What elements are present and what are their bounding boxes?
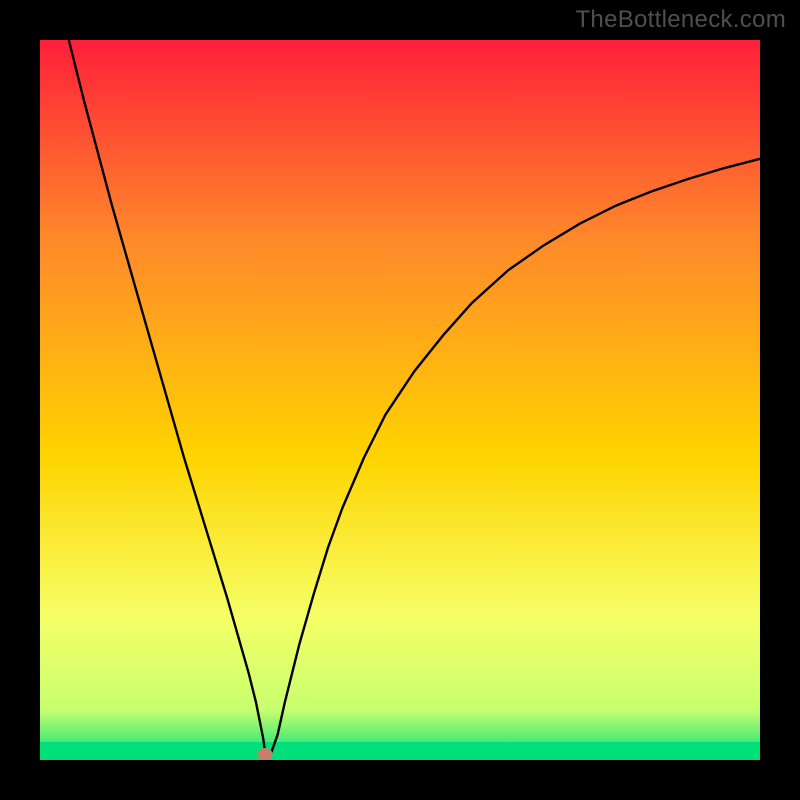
bottleneck-curve-svg	[40, 40, 760, 760]
chart-frame: TheBottleneck.com	[0, 0, 800, 800]
bottleneck-curve	[69, 40, 760, 756]
watermark-text: TheBottleneck.com	[575, 6, 786, 34]
optimal-point-marker	[257, 748, 272, 760]
plot-area	[40, 40, 760, 760]
